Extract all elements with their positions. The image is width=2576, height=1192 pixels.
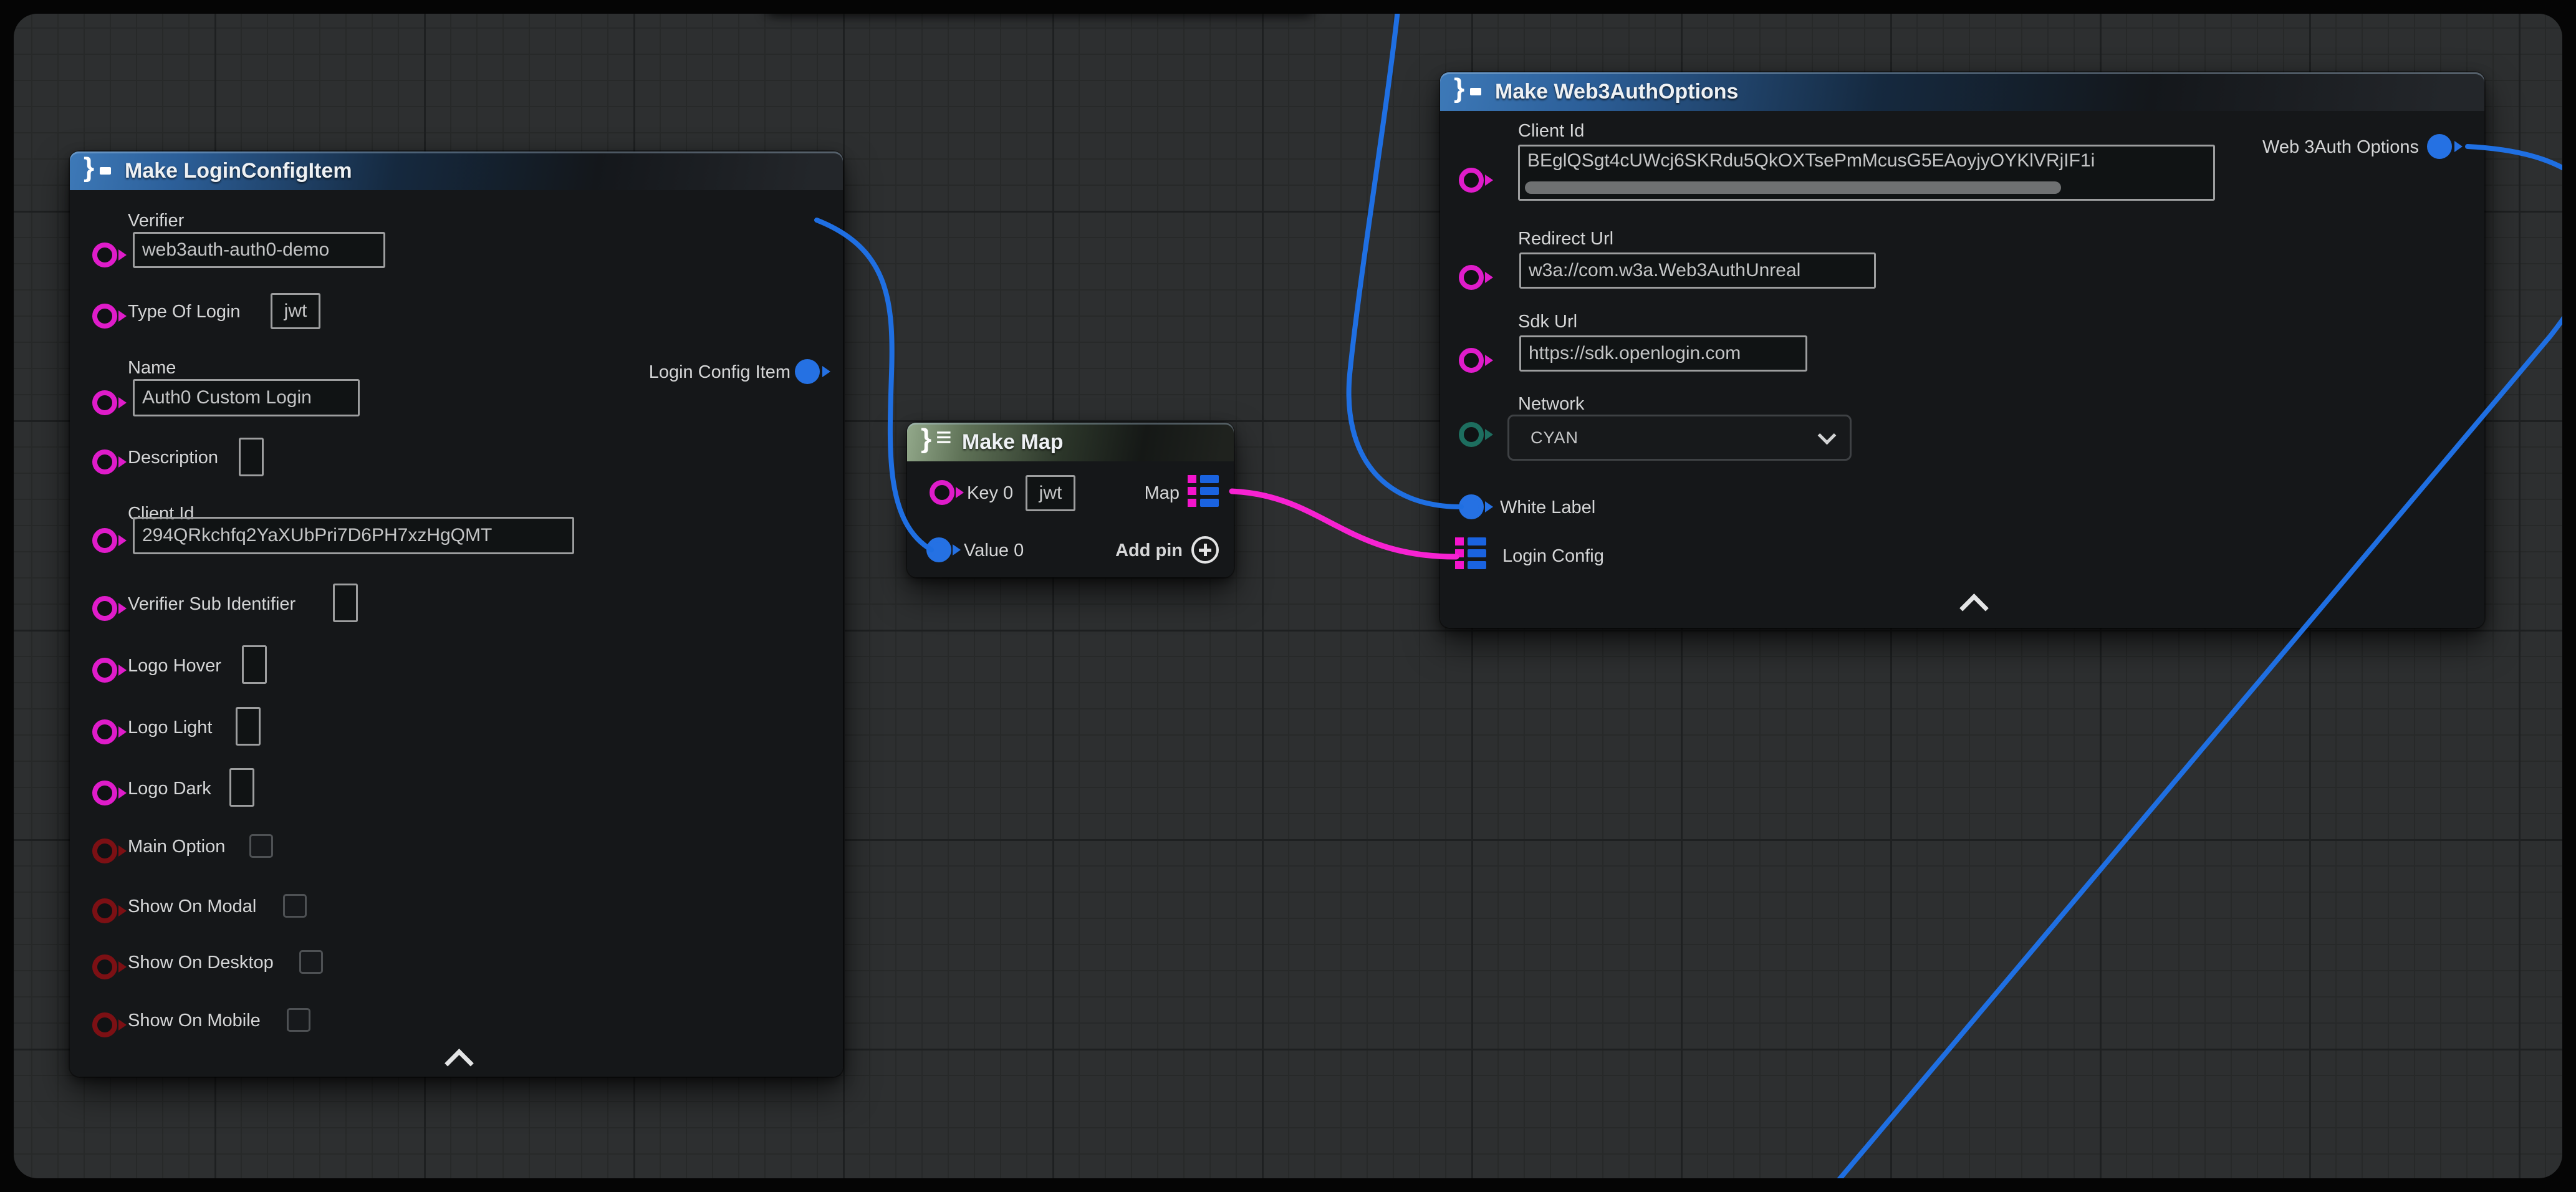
client-id-input[interactable]: BEglQSgt4cUWcj6SKRdu5QkOXTsePmMcusG5EAoy… [1518, 145, 2215, 201]
make-map-icon [921, 428, 953, 456]
pin-label-client-id: Client Id [1518, 121, 1584, 142]
sdk-url-pin[interactable] [1459, 348, 1484, 373]
collapse-node-button[interactable] [1959, 594, 1989, 623]
description-input[interactable] [239, 438, 264, 476]
main-option-checkbox[interactable] [249, 834, 273, 858]
network-pin[interactable] [1459, 422, 1484, 447]
make-struct-icon [84, 157, 116, 185]
login-config-pin[interactable] [1455, 537, 1486, 569]
pin-label-show-on-desktop: Show On Desktop [128, 953, 274, 973]
output-pin-label: Login Config Item [649, 362, 791, 383]
show-on-modal-checkbox[interactable] [283, 894, 307, 918]
show-on-desktop-checkbox[interactable] [299, 950, 323, 974]
pin-label-type-of-login: Type Of Login [128, 302, 241, 322]
node-header-make-web3authoptions[interactable]: Make Web3AuthOptions [1440, 72, 2484, 111]
node-title: Make LoginConfigItem [125, 159, 352, 183]
network-dropdown-value: CYAN [1531, 428, 1579, 448]
node-header-make-map[interactable]: Make Map [907, 423, 1234, 461]
key-0-label: Key 0 [967, 483, 1013, 504]
wire-map-to-login-config [1232, 491, 1456, 557]
chevron-down-icon [1818, 426, 1837, 445]
web3auth-options-output-pin[interactable] [2427, 134, 2452, 159]
pin-label-verifier-sub-identifier: Verifier Sub Identifier [128, 594, 296, 615]
white-label-pin[interactable] [1459, 494, 1484, 519]
node-title: Make Web3AuthOptions [1495, 80, 1738, 104]
map-output-label: Map [1145, 483, 1180, 504]
pin-label-show-on-modal: Show On Modal [128, 896, 256, 917]
node-make-web3authoptions[interactable]: Make Web3AuthOptions Web 3Auth Options C… [1440, 72, 2484, 628]
show-on-mobile-pin[interactable] [92, 1012, 117, 1037]
name-input[interactable]: Auth0 Custom Login [133, 379, 360, 416]
client-id-input[interactable]: 294QRkchfq2YaXUbPri7D6PH7xzHgQMT [133, 517, 574, 554]
offscreen-node-shadow [766, 14, 1314, 16]
node-make-loginconfigitem[interactable]: Make LoginConfigItem Login Config Item V… [70, 151, 843, 1077]
main-option-pin[interactable] [92, 839, 117, 863]
key-0-pin[interactable] [930, 480, 954, 505]
pin-label-sdk-url: Sdk Url [1518, 312, 1577, 332]
pin-label-name: Name [128, 358, 176, 378]
value-0-pin[interactable] [926, 537, 951, 562]
pin-label-show-on-mobile: Show On Mobile [128, 1011, 261, 1031]
add-pin-button[interactable] [1191, 536, 1219, 564]
pin-label-logo-hover: Logo Hover [128, 656, 221, 676]
show-on-modal-pin[interactable] [92, 898, 117, 923]
redirect-url-pin[interactable] [1459, 265, 1484, 290]
collapse-node-button[interactable] [445, 1049, 474, 1078]
blueprint-graph-canvas[interactable]: Make LoginConfigItem Login Config Item V… [14, 14, 2562, 1178]
show-on-desktop-pin[interactable] [92, 954, 117, 979]
node-title: Make Map [962, 430, 1064, 454]
value-0-label: Value 0 [964, 541, 1024, 561]
white-label-label: White Label [1500, 497, 1595, 518]
make-struct-icon [1454, 78, 1486, 105]
type-of-login-pin[interactable] [92, 304, 117, 329]
description-pin[interactable] [92, 449, 117, 474]
add-pin-label[interactable]: Add pin [1115, 541, 1183, 561]
redirect-url-input[interactable]: w3a://com.w3a.Web3AuthUnreal [1519, 252, 1876, 289]
login-config-label: Login Config [1502, 546, 1604, 567]
client-id-pin[interactable] [92, 528, 117, 553]
network-dropdown[interactable]: CYAN [1507, 415, 1852, 461]
verifier-sub-identifier-input[interactable] [333, 584, 358, 622]
logo-hover-input[interactable] [242, 645, 267, 684]
logo-light-input[interactable] [236, 707, 261, 746]
output-pin-label: Web 3Auth Options [2262, 137, 2419, 158]
login-config-item-output-pin[interactable] [795, 359, 820, 384]
logo-light-pin[interactable] [92, 719, 117, 744]
pin-label-redirect-url: Redirect Url [1518, 229, 1613, 249]
pin-label-verifier: Verifier [128, 211, 184, 231]
pin-label-network: Network [1518, 394, 1584, 415]
key-0-input[interactable]: jwt [1026, 475, 1075, 511]
logo-dark-pin[interactable] [92, 781, 117, 805]
verifier-sub-identifier-pin[interactable] [92, 596, 117, 621]
verifier-input[interactable]: web3auth-auth0-demo [133, 232, 385, 268]
sdk-url-input[interactable]: https://sdk.openlogin.com [1519, 335, 1807, 372]
type-of-login-input[interactable]: jwt [271, 293, 320, 329]
node-make-map[interactable]: Make Map Key 0 jwt Map Value 0 Add pin [907, 423, 1234, 577]
pin-label-logo-light: Logo Light [128, 718, 212, 738]
client-id-scrollbar[interactable] [1525, 181, 2061, 194]
client-id-pin[interactable] [1459, 168, 1484, 193]
pin-label-main-option: Main Option [128, 837, 225, 857]
logo-dark-input[interactable] [229, 768, 254, 807]
show-on-mobile-checkbox[interactable] [287, 1008, 310, 1032]
pin-label-logo-dark: Logo Dark [128, 779, 211, 799]
logo-hover-pin[interactable] [92, 658, 117, 683]
pin-label-description: Description [128, 448, 218, 468]
screenshot-frame: Make LoginConfigItem Login Config Item V… [0, 0, 2576, 1192]
verifier-pin[interactable] [92, 243, 117, 267]
node-header-make-loginconfigitem[interactable]: Make LoginConfigItem [70, 151, 843, 190]
name-pin[interactable] [92, 390, 117, 415]
map-output-pin[interactable] [1188, 475, 1219, 507]
